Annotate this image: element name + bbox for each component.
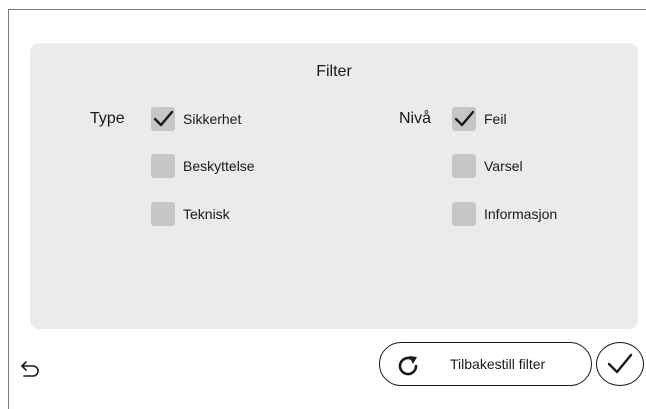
- level-option-feil[interactable]: Feil: [452, 107, 507, 131]
- checkbox-label: Feil: [484, 111, 507, 127]
- checkmark-icon: [454, 110, 475, 127]
- type-option-sikkerhet[interactable]: Sikkerhet: [151, 107, 241, 131]
- checkbox-teknisk[interactable]: [151, 202, 175, 226]
- level-group-label: Nivå: [399, 110, 432, 127]
- checkbox-informasjon[interactable]: [452, 202, 476, 226]
- checkmark-icon: [607, 353, 633, 374]
- filter-panel: Filter Type Sikkerhet Beskyttelse Teknis…: [30, 43, 638, 329]
- checkbox-label: Varsel: [484, 158, 523, 174]
- refresh-icon: [398, 356, 418, 376]
- panel-title: Filter: [316, 63, 352, 80]
- checkbox-label: Informasjon: [484, 206, 558, 222]
- reset-filter-label: Tilbakestill filter: [450, 356, 546, 372]
- checkbox-feil[interactable]: [452, 107, 476, 131]
- confirm-button[interactable]: [596, 342, 644, 386]
- level-option-varsel[interactable]: Varsel: [452, 154, 523, 178]
- undo-arrow-icon: [21, 361, 39, 377]
- type-option-teknisk[interactable]: Teknisk: [151, 202, 230, 226]
- checkmark-icon: [153, 110, 174, 127]
- reset-filter-button[interactable]: Tilbakestill filter: [379, 342, 592, 386]
- checkbox-varsel[interactable]: [452, 154, 476, 178]
- checkbox-label: Beskyttelse: [183, 158, 255, 174]
- type-group-label: Type: [90, 110, 125, 127]
- checkbox-sikkerhet[interactable]: [151, 107, 175, 131]
- checkbox-beskyttelse[interactable]: [151, 154, 175, 178]
- level-option-informasjon[interactable]: Informasjon: [452, 202, 557, 226]
- checkbox-label: Teknisk: [183, 206, 230, 222]
- checkbox-label: Sikkerhet: [183, 111, 242, 127]
- back-button[interactable]: [20, 359, 42, 379]
- type-option-beskyttelse[interactable]: Beskyttelse: [151, 154, 255, 178]
